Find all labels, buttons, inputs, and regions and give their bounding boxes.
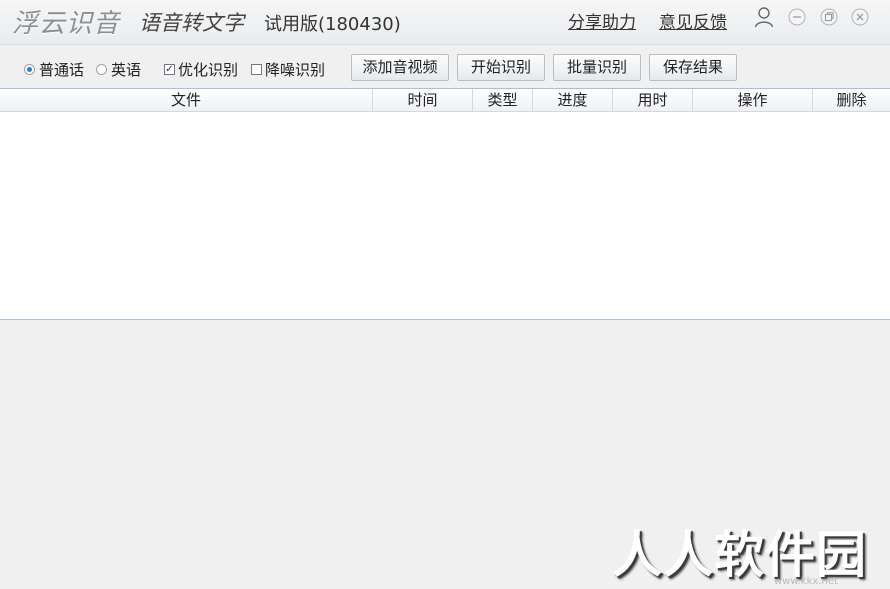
mandarin-label: 普通话 [39,61,85,79]
denoise-label: 降噪识别 [265,61,326,79]
optimize-label: 优化识别 [178,61,239,79]
column-header-time[interactable]: 时间 [373,89,473,111]
feedback-link[interactable]: 意见反馈 [659,8,727,33]
batch-recognition-button[interactable]: 批量识别 [553,54,641,81]
app-subtitle: 语音转文字 [139,11,244,35]
watermark-url: www.kkx.net [774,576,838,587]
checkbox-unchecked-icon [251,64,262,75]
app-window: 浮云识音 语音转文字 试用版(180430) 分享助力 意见反馈 普通话 英语 … [0,0,890,589]
save-results-button[interactable]: 保存结果 [649,54,737,81]
column-header-file[interactable]: 文件 [0,89,373,111]
checkbox-checked-icon: ✓ [164,64,175,75]
column-header-progress[interactable]: 进度 [533,89,613,111]
column-header-delete[interactable]: 删除 [813,89,890,111]
table-body[interactable] [0,112,890,319]
radio-selected-icon [24,64,35,75]
app-brand: 浮云识音 [12,9,121,39]
start-recognition-button[interactable]: 开始识别 [457,54,545,81]
column-header-type[interactable]: 类型 [473,89,533,111]
maximize-icon[interactable] [820,8,838,26]
minimize-icon[interactable] [788,8,806,26]
table-header: 文件 时间 类型 进度 用时 操作 删除 [0,89,890,112]
english-label: 英语 [111,61,142,79]
radio-unselected-icon [96,64,107,75]
title-bar: 浮云识音 语音转文字 试用版(180430) 分享助力 意见反馈 [0,0,890,44]
denoise-checkbox[interactable]: 降噪识别 [251,59,325,80]
app-version: 试用版(180430) [264,14,401,35]
toolbar: 普通话 英语 ✓ 优化识别 降噪识别 添加音视频 开始识别 批量识别 保存结果 [0,44,890,89]
column-header-elapsed[interactable]: 用时 [613,89,693,111]
file-table: 文件 时间 类型 进度 用时 操作 删除 [0,88,890,320]
column-header-action[interactable]: 操作 [693,89,813,111]
close-icon[interactable] [851,8,869,26]
add-media-button[interactable]: 添加音视频 [351,54,449,81]
mandarin-radio[interactable]: 普通话 [24,59,84,80]
share-link[interactable]: 分享助力 [568,8,636,33]
english-radio[interactable]: 英语 [96,59,141,80]
user-icon[interactable] [754,6,774,28]
optimize-checkbox[interactable]: ✓ 优化识别 [164,59,238,80]
